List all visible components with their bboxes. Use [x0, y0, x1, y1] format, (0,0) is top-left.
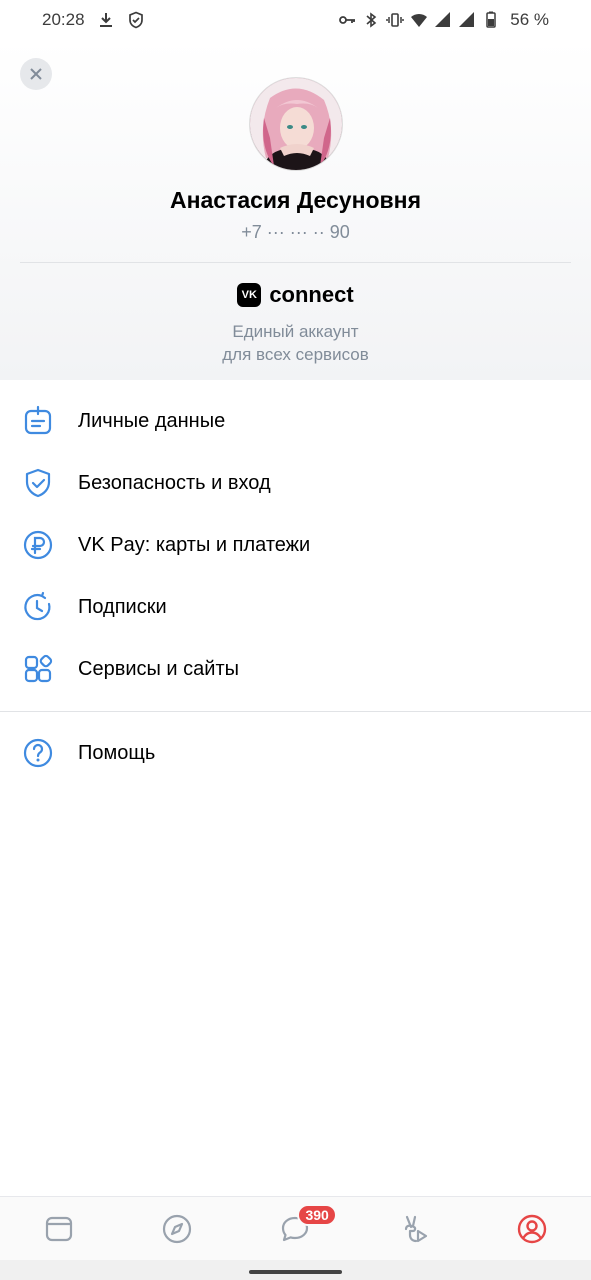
- signal-icon: [458, 11, 476, 29]
- divider: [0, 711, 591, 712]
- status-bar-right: 56 %: [338, 10, 549, 30]
- shield-icon: [22, 467, 54, 499]
- connect-subtitle: Единый аккаунт для всех сервисов: [0, 320, 591, 366]
- vk-logo-icon: VK: [237, 283, 262, 307]
- profile-header: Анастасия Десуновня +7 ··· ··· ·· 90 VK …: [0, 40, 591, 380]
- menu-item-label: Безопасность и вход: [78, 471, 271, 494]
- menu-item-label: Помощь: [78, 741, 156, 764]
- help-icon: [22, 737, 54, 769]
- signal-icon: [434, 11, 452, 29]
- subscription-clock-icon: [22, 591, 54, 623]
- profile-icon: [517, 1214, 547, 1243]
- nav-feed[interactable]: [29, 1199, 89, 1259]
- menu-item-label: Сервисы и сайты: [78, 657, 239, 680]
- nav-clips[interactable]: [384, 1199, 444, 1259]
- nav-discover[interactable]: [147, 1199, 207, 1259]
- ruble-icon: [22, 529, 54, 561]
- divider: [20, 262, 571, 263]
- menu-item-subscriptions[interactable]: Подписки: [0, 576, 591, 638]
- user-phone: +7 ··· ··· ·· 90: [241, 222, 350, 242]
- account-menu: Личные данные Безопасность и вход VK Pay…: [0, 390, 591, 700]
- user-name: Анастасия Десуновня: [169, 187, 421, 213]
- menu-item-label: Подписки: [78, 595, 167, 618]
- connect-subtitle-line2: для всех сервисов: [222, 345, 369, 364]
- clips-icon: [404, 1215, 427, 1242]
- menu-item-security[interactable]: Безопасность и вход: [0, 452, 591, 514]
- connect-subtitle-line1: Единый аккаунт: [232, 322, 359, 341]
- help-section: Помощь: [0, 722, 591, 784]
- nav-profile[interactable]: [502, 1199, 562, 1259]
- close-icon: [30, 68, 42, 80]
- nav-messages[interactable]: 390: [265, 1199, 337, 1259]
- personal-data-icon: [22, 405, 54, 437]
- menu-item-help[interactable]: Помощь: [0, 722, 591, 784]
- menu-item-services[interactable]: Сервисы и сайты: [0, 638, 591, 700]
- avatar[interactable]: [249, 77, 343, 171]
- menu-item-personal-data[interactable]: Личные данные: [0, 390, 591, 452]
- home-gesture-pill[interactable]: [249, 1270, 342, 1274]
- battery-percent: 56 %: [510, 10, 549, 29]
- shield-check-icon: [127, 11, 145, 29]
- key-icon: [338, 11, 356, 29]
- connect-word: connect: [269, 282, 354, 307]
- services-grid-icon: [22, 653, 54, 685]
- bottom-navigation: 390: [0, 1196, 591, 1260]
- status-bar-left: 20:28: [42, 10, 145, 30]
- avatar-image: [250, 78, 342, 170]
- wifi-icon: [410, 11, 428, 29]
- vibrate-icon: [386, 11, 404, 29]
- vk-connect-logo: VK connect: [0, 282, 591, 308]
- bluetooth-icon: [362, 11, 380, 29]
- status-bar: 20:28 56 %: [0, 0, 591, 40]
- status-time: 20:28: [42, 10, 85, 29]
- feed-icon: [45, 1216, 73, 1241]
- menu-item-label: VK Pay: карты и платежи: [78, 533, 311, 556]
- menu-item-label: Личные данные: [78, 409, 226, 432]
- menu-item-vk-pay[interactable]: VK Pay: карты и платежи: [0, 514, 591, 576]
- close-button[interactable]: [20, 58, 52, 90]
- discover-icon: [163, 1214, 192, 1243]
- download-icon: [97, 11, 115, 29]
- battery-icon: [482, 11, 500, 29]
- messages-badge: 390: [297, 1203, 337, 1226]
